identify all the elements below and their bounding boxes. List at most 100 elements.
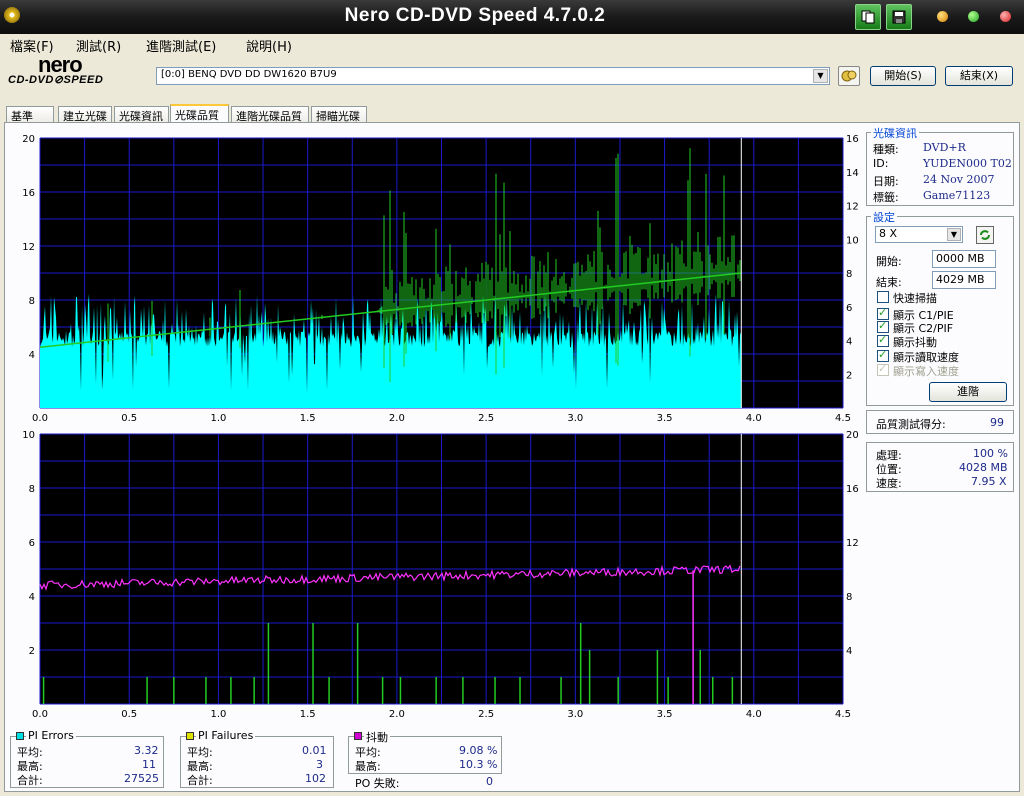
process-value: 100 % (973, 447, 1008, 460)
disc-icon (841, 70, 857, 82)
y-left-tick-label: 16 (22, 188, 35, 199)
end-label: 結束: (876, 276, 902, 289)
y-left-tick-label: 6 (29, 538, 35, 549)
y-right-tick-label: 14 (846, 168, 859, 179)
po-failures-label: PO 失敗: (355, 777, 400, 790)
y-right-tick-label: 10 (846, 235, 859, 246)
drive-select[interactable]: [0:0] BENQ DVD DD DW1620 B7U9 ▼ (156, 67, 830, 85)
disc-type-label: 種類: (873, 143, 899, 156)
y-right-tick-label: 2 (846, 370, 852, 381)
drive-select-value: [0:0] BENQ DVD DD DW1620 B7U9 (161, 69, 337, 80)
pi-errors-title: PI Errors (26, 729, 76, 742)
jitter-avg-value: 9.08 % (459, 744, 498, 757)
y-right-tick-label: 20 (846, 430, 859, 441)
jitter-title: 抖動 (364, 729, 390, 745)
menu-advanced-test[interactable]: 進階測試(E) (146, 36, 216, 55)
save-icon[interactable] (886, 4, 912, 30)
jitter-legend-swatch (354, 732, 362, 740)
speed-value: 7.95 X (971, 475, 1007, 488)
x-tick-label: 1.0 (210, 709, 226, 720)
refresh-drive-button[interactable] (838, 66, 860, 86)
tab-disc-info[interactable]: 光碟資訊 (114, 106, 169, 123)
speed-select-value: 8 X (879, 227, 898, 240)
jitter-max-value: 10.3 % (459, 758, 498, 771)
chevron-down-icon[interactable]: ▼ (813, 69, 828, 83)
y-left-tick-label: 8 (29, 484, 35, 495)
show-write-speed-label: 顯示寫入速度 (893, 365, 959, 378)
nero-logo: nero CD-DVD⊘SPEED (8, 52, 148, 90)
y-right-tick-label: 4 (846, 337, 852, 348)
show-write-speed-checkbox (877, 362, 889, 376)
pi-failures-legend-swatch (186, 732, 194, 740)
x-tick-label: 1.5 (300, 709, 316, 720)
tab-create-disc[interactable]: 建立光碟 (58, 106, 112, 123)
menu-help[interactable]: 說明(H) (246, 36, 292, 55)
y-left-tick-label: 12 (22, 242, 35, 253)
speed-label: 速度: (876, 477, 902, 490)
show-jitter-label: 顯示抖動 (893, 336, 937, 349)
pi-errors-total-value: 27525 (124, 772, 159, 785)
show-read-speed-checkbox[interactable] (877, 348, 889, 362)
pi-errors-legend-swatch (16, 732, 24, 740)
tab-disc-quality[interactable]: 光碟品質 (170, 104, 229, 124)
po-failures-value: 0 (486, 775, 493, 788)
x-tick-label: 3.0 (567, 413, 583, 424)
end-field[interactable]: 4029 MB (932, 271, 996, 289)
tab-scan-disc[interactable]: 掃瞄光碟 (311, 106, 367, 123)
close-button[interactable] (1000, 11, 1011, 22)
y-right-tick-label: 16 (846, 484, 859, 495)
x-tick-label: 3.5 (657, 413, 673, 424)
y-right-tick-label: 6 (846, 303, 852, 314)
show-jitter-checkbox[interactable] (877, 333, 889, 347)
x-tick-label: 2.5 (478, 709, 494, 720)
minimize-button[interactable] (937, 11, 948, 22)
x-tick-label: 2.0 (389, 709, 405, 720)
x-tick-label: 4.0 (746, 709, 762, 720)
tab-benchmark[interactable]: 基準 (6, 106, 54, 123)
disc-id-value: YUDEN000 T02 (923, 157, 1012, 170)
quick-scan-label: 快速掃描 (893, 292, 937, 305)
advanced-button[interactable]: 進階 (929, 382, 1007, 402)
speed-select[interactable]: 8 X ▼ (875, 226, 963, 243)
menu-bar: 檔案(F) 測試(R) 進階測試(E) 說明(H) (0, 34, 1024, 55)
pi-failures-title: PI Failures (196, 729, 256, 742)
pi-errors-total-label: 合計: (17, 774, 43, 787)
tab-advanced-disc-quality[interactable]: 進階光碟品質 (231, 106, 309, 123)
quality-score-label: 品質測試得分: (876, 418, 946, 431)
x-tick-label: 4.5 (835, 413, 851, 424)
refresh-speed-button[interactable] (976, 226, 994, 244)
x-tick-label: 0.0 (32, 709, 48, 720)
menu-test[interactable]: 測試(R) (76, 36, 121, 55)
x-tick-label: 2.5 (478, 413, 494, 424)
disc-id-label: ID: (873, 157, 889, 170)
jitter-max-label: 最高: (355, 760, 381, 773)
exit-button[interactable]: 結束(X) (945, 66, 1013, 86)
copy-icon[interactable] (855, 4, 881, 30)
x-tick-label: 0.0 (32, 413, 48, 424)
y-right-tick-label: 12 (846, 538, 859, 549)
pi-failures-total-value: 102 (305, 772, 326, 785)
quick-scan-checkbox[interactable] (877, 291, 889, 303)
pi-errors-max-value: 11 (142, 758, 156, 771)
x-tick-label: 3.5 (657, 709, 673, 720)
y-left-tick-label: 10 (22, 430, 35, 441)
y-left-tick-label: 8 (29, 296, 35, 307)
x-tick-label: 4.5 (835, 709, 851, 720)
disc-label-value: Game71123 (923, 189, 991, 202)
show-c2pif-checkbox[interactable] (877, 319, 889, 333)
disc-label-label: 標籤: (873, 191, 899, 204)
x-tick-label: 1.0 (210, 413, 226, 424)
disc-date-label: 日期: (873, 175, 899, 188)
pi-failures-max-value: 3 (316, 758, 323, 771)
maximize-button[interactable] (968, 11, 979, 22)
start-field[interactable]: 0000 MB (932, 250, 996, 268)
x-tick-label: 0.5 (121, 709, 137, 720)
disc-date-value: 24 Nov 2007 (923, 173, 995, 186)
quality-score-value: 99 (990, 416, 1004, 429)
x-tick-label: 1.5 (300, 413, 316, 424)
x-tick-label: 4.0 (746, 413, 762, 424)
start-button[interactable]: 開始(S) (870, 66, 936, 86)
start-label: 開始: (876, 255, 902, 268)
chevron-down-icon[interactable]: ▼ (947, 228, 961, 241)
x-tick-label: 0.5 (121, 413, 137, 424)
